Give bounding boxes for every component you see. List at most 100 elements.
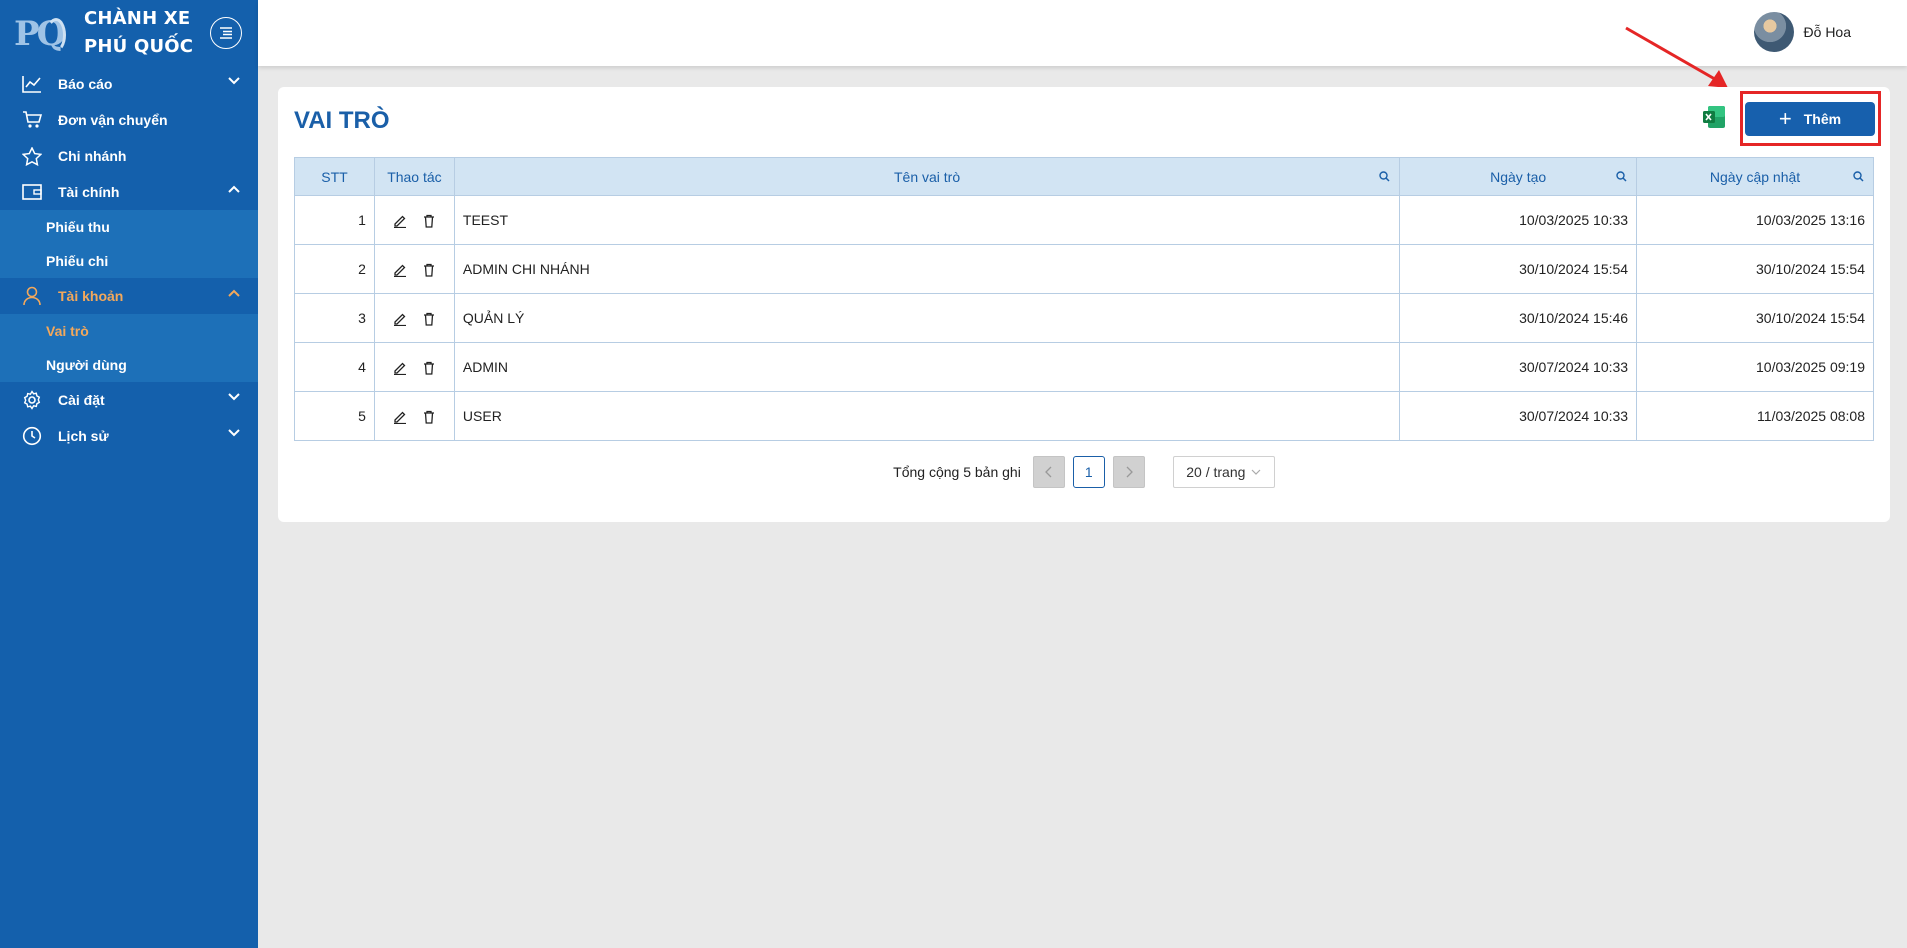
edit-icon[interactable] — [393, 361, 407, 376]
cell-stt: 4 — [294, 342, 375, 392]
sidebar-item-label: Báo cáo — [58, 76, 113, 92]
sidebar-item-don-van-chuyen[interactable]: Đơn vận chuyển — [0, 102, 258, 138]
table-row: 2 ADMIN CHI NHÁNH 30/10/2024 15:54 30/10… — [294, 244, 1874, 294]
sidebar-item-phieu-chi[interactable]: Phiếu chi — [0, 244, 258, 278]
chevron-left-icon — [1044, 466, 1052, 478]
search-icon[interactable] — [1379, 171, 1390, 182]
delete-icon[interactable] — [423, 361, 435, 375]
cell-stt: 1 — [294, 195, 375, 245]
avatar — [1753, 12, 1794, 52]
cell-actions — [373, 391, 455, 441]
table-row: 3 QUẢN LÝ 30/10/2024 15:46 30/10/2024 15… — [294, 293, 1874, 343]
cart-icon — [22, 110, 42, 130]
page-title: VAI TRÒ — [294, 107, 390, 134]
sidebar-item-label: Đơn vận chuyển — [58, 112, 168, 128]
gear-icon — [22, 390, 42, 410]
column-header-stt: STT — [294, 157, 375, 196]
table-row: 1 TEEST 10/03/2025 10:33 10/03/2025 13:1… — [294, 195, 1874, 245]
cell-created: 30/07/2024 10:33 — [1399, 391, 1638, 441]
sidebar-item-lich-su[interactable]: Lịch sử — [0, 418, 258, 454]
sidebar-item-tai-chinh[interactable]: Tài chính — [0, 174, 258, 210]
cell-stt: 2 — [294, 244, 375, 294]
delete-icon[interactable] — [423, 312, 435, 326]
cell-created: 30/10/2024 15:46 — [1399, 293, 1638, 343]
cell-stt: 5 — [294, 391, 375, 441]
chevron-up-icon — [228, 289, 240, 297]
excel-export-icon[interactable] — [1702, 105, 1726, 129]
pagination-prev-button[interactable] — [1032, 456, 1065, 488]
cell-stt: 3 — [294, 293, 375, 343]
sidebar-item-label: Tài chính — [58, 184, 120, 200]
user-name: Đỗ Hoa — [1803, 24, 1851, 40]
pagination-total: Tổng cộng 5 bản ghi — [893, 464, 1021, 480]
column-header-label: Ngày tạo — [1490, 168, 1547, 185]
sidebar-item-vai-tro[interactable]: Vai trò — [0, 314, 258, 348]
cell-updated: 11/03/2025 08:08 — [1636, 391, 1874, 441]
annotation-arrow-icon — [1625, 26, 1728, 88]
sidebar-item-label: Lịch sử — [58, 428, 109, 444]
sidebar-toggle-button[interactable] — [210, 17, 242, 49]
chevron-down-icon — [228, 77, 240, 85]
chevron-down-icon — [1251, 469, 1261, 475]
cell-actions — [373, 195, 455, 245]
sidebar-item-cai-dat[interactable]: Cài đặt — [0, 382, 258, 418]
column-header-name: Tên vai trò — [453, 157, 1401, 196]
plus-icon: + — [1778, 106, 1792, 131]
search-icon[interactable] — [1616, 171, 1627, 182]
user-icon — [22, 286, 42, 306]
add-button-label: Thêm — [1803, 111, 1842, 127]
pagination-next-button[interactable] — [1112, 456, 1145, 488]
account-submenu: Vai trò Người dùng — [0, 314, 258, 382]
cell-actions — [373, 244, 455, 294]
pagination: Tổng cộng 5 bản ghi 1 20 / trang — [278, 456, 1890, 488]
edit-icon[interactable] — [393, 214, 407, 229]
edit-icon[interactable] — [393, 312, 407, 327]
cell-created: 30/10/2024 15:54 — [1399, 244, 1638, 294]
delete-icon[interactable] — [423, 214, 435, 228]
delete-icon[interactable] — [423, 263, 435, 277]
cell-name: ADMIN — [453, 342, 1401, 392]
cell-created: 10/03/2025 10:33 — [1399, 195, 1638, 245]
cell-actions — [373, 293, 455, 343]
chevron-down-icon — [228, 429, 240, 437]
cell-name: USER — [453, 391, 1401, 441]
delete-icon[interactable] — [423, 410, 435, 424]
edit-icon[interactable] — [393, 263, 407, 278]
sidebar-item-chi-nhanh[interactable]: Chi nhánh — [0, 138, 258, 174]
table-header-row: STT Thao tác Tên vai trò Ngày tạo Ngày c… — [294, 157, 1874, 196]
sidebar-item-label: Tài khoản — [58, 288, 124, 304]
search-icon[interactable] — [1853, 171, 1864, 182]
chevron-down-icon — [228, 393, 240, 401]
column-header-label: Ngày cập nhật — [1709, 168, 1801, 185]
sidebar-item-nguoi-dung[interactable]: Người dùng — [0, 348, 258, 382]
brand-name-line2: PHÚ QUỐC — [84, 36, 194, 57]
column-header-updated: Ngày cập nhật — [1636, 157, 1874, 196]
content-card: VAI TRÒ + Thêm STT Thao tác Tên vai trò … — [278, 87, 1890, 522]
column-header-actions: Thao tác — [373, 157, 455, 196]
pagination-page-1[interactable]: 1 — [1072, 456, 1105, 488]
chart-line-icon — [22, 74, 42, 94]
brand-name: CHÀNH XE PHÚ QUỐC — [84, 5, 193, 61]
cell-name: QUẢN LÝ — [453, 293, 1401, 343]
table-row: 4 ADMIN 30/07/2024 10:33 10/03/2025 09:1… — [294, 342, 1874, 392]
chevron-right-icon — [1126, 466, 1133, 478]
user-menu[interactable]: Đỗ Hoa — [1753, 12, 1851, 52]
add-button[interactable]: + Thêm — [1745, 102, 1875, 136]
finance-submenu: Phiếu thu Phiếu chi — [0, 210, 258, 278]
sidebar-item-bao-cao[interactable]: Báo cáo — [0, 66, 258, 102]
table-row: 5 USER 30/07/2024 10:33 11/03/2025 08:08 — [294, 391, 1874, 441]
cell-updated: 30/10/2024 15:54 — [1636, 244, 1874, 294]
sidebar-item-label: Chi nhánh — [58, 148, 127, 164]
sidebar-menu: Báo cáo Đơn vận chuyển Chi nhánh Tài chí… — [0, 66, 258, 454]
sidebar-item-phieu-thu[interactable]: Phiếu thu — [0, 210, 258, 244]
cell-created: 30/07/2024 10:33 — [1399, 342, 1638, 392]
page-size-select[interactable]: 20 / trang — [1172, 456, 1275, 488]
column-header-label: Tên vai trò — [893, 168, 961, 185]
sidebar-item-tai-khoan[interactable]: Tài khoản — [0, 278, 258, 314]
roles-table: STT Thao tác Tên vai trò Ngày tạo Ngày c… — [294, 157, 1874, 441]
star-icon — [22, 146, 42, 166]
cell-updated: 30/10/2024 15:54 — [1636, 293, 1874, 343]
edit-icon[interactable] — [393, 410, 407, 425]
brand-name-line1: CHÀNH XE — [84, 8, 191, 29]
cell-updated: 10/03/2025 09:19 — [1636, 342, 1874, 392]
